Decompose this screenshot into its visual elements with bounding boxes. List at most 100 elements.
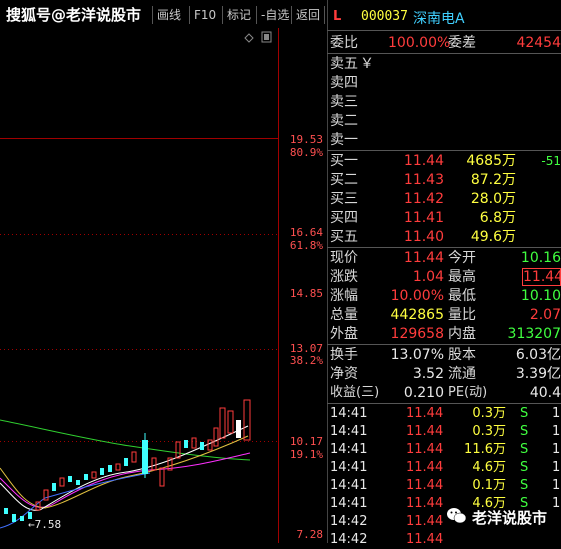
tick-row: 14:41 11.44 4.6万 S 1 bbox=[330, 459, 561, 477]
back-button[interactable]: 返回 bbox=[291, 6, 326, 24]
candle bbox=[151, 457, 157, 471]
buy-label: 买三 bbox=[330, 191, 358, 207]
buy-row[interactable]: 买一 11.44 4685万 -51 bbox=[330, 152, 561, 170]
tick-volume: 11.6万 bbox=[464, 442, 506, 457]
buy-row[interactable]: 买四 11.41 6.8万 bbox=[330, 209, 561, 227]
sell-row[interactable]: 卖五 ￥ bbox=[330, 55, 561, 73]
sell-label: 卖四 bbox=[330, 75, 358, 91]
kline-chart[interactable]: ←7.58 bbox=[0, 28, 279, 543]
candle bbox=[4, 508, 8, 514]
stat-value: 129658 bbox=[390, 326, 444, 342]
weibi-label: 委比 bbox=[330, 35, 358, 51]
tick-count: 1 bbox=[552, 496, 561, 511]
fund-label: 换手 bbox=[330, 347, 358, 363]
weicha-label: 委差 bbox=[448, 35, 476, 51]
stat-label: 最高 bbox=[448, 269, 476, 285]
tick-price: 11.44 bbox=[406, 532, 444, 547]
fund-label: 流通 bbox=[448, 366, 476, 382]
buy-row[interactable]: 买五 11.40 49.6万 bbox=[330, 228, 561, 246]
tick-volume: 0.3万 bbox=[472, 424, 506, 439]
buy-row[interactable]: 买二 11.43 87.2万 bbox=[330, 171, 561, 189]
stats-row: 涨幅 10.00% 最低 10.10 bbox=[330, 287, 561, 305]
tick-volume: 0.1万 bbox=[472, 478, 506, 493]
weicha-value: 42454 bbox=[516, 35, 561, 51]
buy-label: 买一 bbox=[330, 153, 358, 169]
stats-row: 总量 442865 量比 2.07 bbox=[330, 306, 561, 324]
chart-toolbar: 搜狐号@老洋说股市 画线 F10 标记 -自选 返回 bbox=[0, 0, 327, 28]
stat-label: 外盘 bbox=[330, 326, 358, 342]
fund-value: 13.07% bbox=[390, 347, 444, 363]
tick-time: 14:41 bbox=[330, 406, 368, 421]
mark-button[interactable]: 标记 bbox=[222, 6, 255, 24]
watermark-text: 搜狐号@老洋说股市 bbox=[6, 6, 142, 24]
tick-time: 14:42 bbox=[330, 514, 368, 529]
tick-row: 14:42 11.44 bbox=[330, 531, 561, 549]
stat-label: 现价 bbox=[330, 250, 358, 266]
candle bbox=[131, 451, 137, 463]
candle bbox=[12, 514, 16, 522]
candle bbox=[108, 465, 112, 472]
sell-row[interactable]: 卖二 bbox=[330, 112, 561, 130]
fund-label: 净资 bbox=[330, 366, 358, 382]
tick-volume: 4.6万 bbox=[472, 460, 506, 475]
sell-row[interactable]: 卖一 bbox=[330, 131, 561, 149]
fund-value: 40.4 bbox=[529, 385, 561, 401]
mode-indicator[interactable]: L bbox=[333, 9, 341, 24]
ma-line-white bbox=[0, 425, 249, 511]
buy-volume: 6.8万 bbox=[479, 210, 516, 226]
candle bbox=[124, 458, 128, 466]
candle bbox=[236, 420, 241, 438]
bottom-watermark-text: 老洋说股市 bbox=[472, 509, 548, 527]
buy-label: 买二 bbox=[330, 172, 358, 188]
pct-tick: 80.9% bbox=[289, 146, 323, 159]
draw-line-button[interactable]: 画线 bbox=[152, 6, 185, 24]
fund-value: 3.52 bbox=[412, 366, 444, 382]
tick-price: 11.44 bbox=[406, 406, 444, 421]
divider bbox=[327, 344, 561, 345]
sell-row[interactable]: 卖四 bbox=[330, 74, 561, 92]
tick-price: 11.44 bbox=[406, 478, 444, 493]
fund-label: 股本 bbox=[448, 347, 476, 363]
remove-watchlist-button[interactable]: -自选 bbox=[256, 6, 293, 24]
buy-volume: 87.2万 bbox=[470, 172, 516, 188]
stat-label: 今开 bbox=[448, 250, 476, 266]
buy-label: 买五 bbox=[330, 229, 358, 245]
stat-value: 2.07 bbox=[529, 307, 561, 323]
fund-value: 3.39亿 bbox=[515, 366, 561, 382]
stats-row: 涨跌 1.04 最高 11.44 bbox=[330, 268, 561, 286]
buy-price: 11.40 bbox=[403, 229, 444, 245]
fund-value: 6.03亿 bbox=[515, 347, 561, 363]
fund-row: 收益(三) 0.210 PE(动) 40.4 bbox=[330, 384, 561, 402]
candle bbox=[184, 440, 188, 448]
candle bbox=[84, 474, 88, 480]
weibi-row: 委比 100.00% 委差 42454 bbox=[330, 34, 561, 52]
pct-tick: 38.2% bbox=[289, 354, 323, 367]
divider bbox=[327, 150, 561, 151]
high-price-box: 11.44 bbox=[522, 268, 561, 286]
tick-count: 1 bbox=[552, 424, 561, 439]
tick-time: 14:41 bbox=[330, 478, 368, 493]
sell-label: 卖二 bbox=[330, 113, 358, 129]
wechat-logo-icon bbox=[446, 506, 468, 526]
stats-row: 外盘 129658 内盘 313207 bbox=[330, 325, 561, 343]
buy-price: 11.44 bbox=[403, 153, 444, 169]
buy-row[interactable]: 买三 11.42 28.0万 bbox=[330, 190, 561, 208]
tick-side: S bbox=[520, 442, 529, 457]
sell-label: 卖一 bbox=[330, 132, 358, 148]
tick-time: 14:41 bbox=[330, 460, 368, 475]
fund-label: PE(动) bbox=[448, 385, 488, 400]
divider bbox=[327, 30, 561, 31]
tick-row: 14:41 11.44 0.1万 S 1 bbox=[330, 477, 561, 495]
candle bbox=[227, 410, 234, 434]
f10-button[interactable]: F10 bbox=[189, 6, 220, 24]
candle bbox=[175, 441, 181, 459]
fund-row: 净资 3.52 流通 3.39亿 bbox=[330, 365, 561, 383]
tick-time: 14:42 bbox=[330, 532, 368, 547]
low-price-marker: ←7.58 bbox=[28, 518, 62, 531]
tick-volume: 0.3万 bbox=[472, 406, 506, 421]
diamond-icon[interactable] bbox=[244, 33, 254, 43]
sell-label: 卖五 bbox=[330, 56, 358, 72]
divider bbox=[327, 247, 561, 248]
price-tick: 14.85 bbox=[289, 287, 323, 300]
sell-row[interactable]: 卖三 bbox=[330, 93, 561, 111]
